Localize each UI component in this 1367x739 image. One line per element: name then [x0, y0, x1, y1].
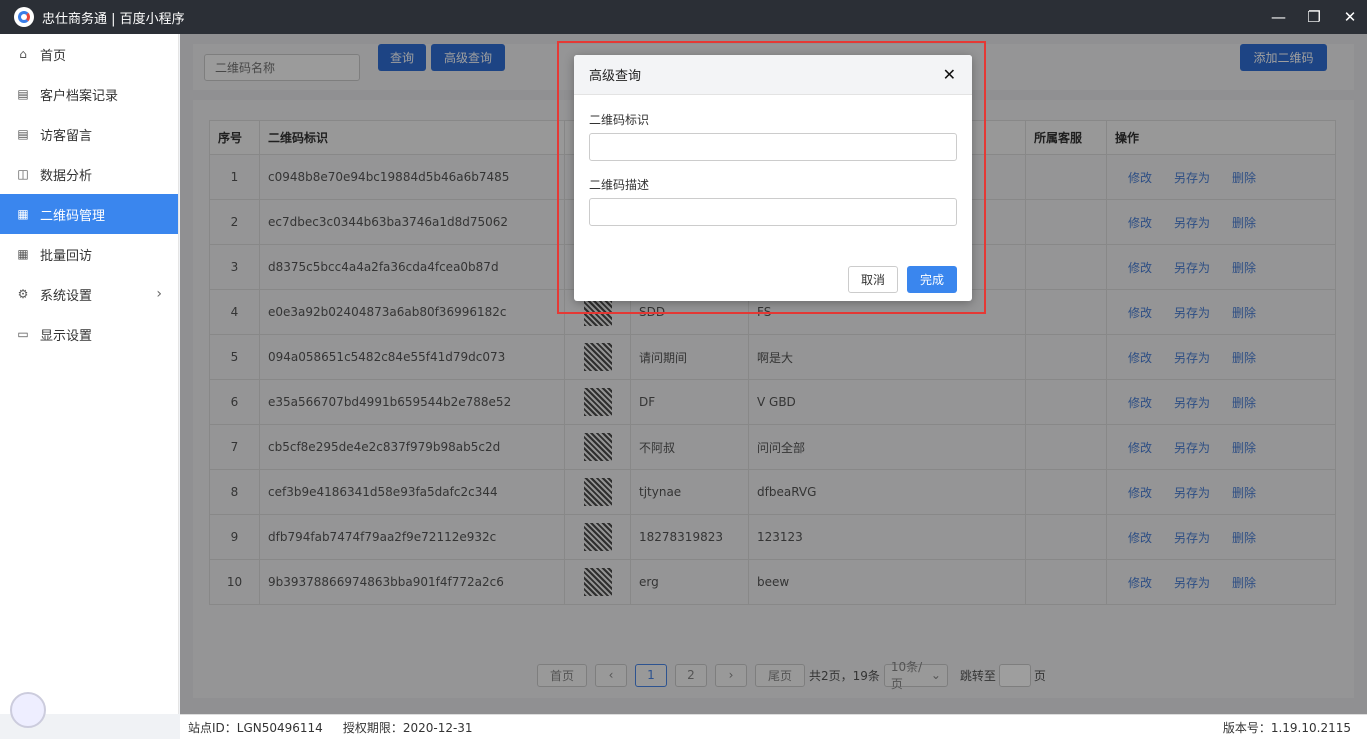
chevron-right-icon: ›: [156, 286, 162, 302]
qrcode-icon: ▦: [17, 207, 29, 221]
sidebar-item-0[interactable]: ⌂ 首页: [0, 34, 178, 74]
sidebar-item-6[interactable]: ⚙ 系统设置 ›: [0, 274, 178, 314]
id-card-icon: ▤: [17, 87, 29, 101]
sidebar-item-label: 访客留言: [40, 128, 93, 144]
minimize-icon[interactable]: —: [1271, 8, 1286, 26]
sidebar-item-label: 数据分析: [40, 168, 93, 184]
status-bar: 站点ID：LGN50496114 授权期限：2020-12-31 版本号：1.1…: [180, 714, 1367, 739]
advanced-query-dialog: 高级查询 ✕ 二维码标识 二维码描述 取消 完成: [574, 55, 972, 301]
site-id: 站点ID：LGN50496114: [188, 720, 323, 735]
message-icon: ▤: [17, 127, 29, 141]
version-number: 版本号：1.19.10.2115: [1222, 720, 1351, 735]
sidebar-item-7[interactable]: ▭ 显示设置: [0, 314, 178, 354]
confirm-button[interactable]: 完成: [907, 266, 957, 293]
window-title: 忠仕商务通 | 百度小程序: [42, 11, 185, 27]
cancel-button[interactable]: 取消: [848, 266, 898, 293]
sidebar-item-label: 批量回访: [40, 248, 93, 264]
qrcode-desc-label: 二维码描述: [589, 178, 650, 192]
sidebar-item-label: 首页: [40, 48, 67, 64]
avatar[interactable]: [10, 692, 46, 728]
sidebar-item-label: 显示设置: [40, 328, 93, 344]
sidebar-item-label: 二维码管理: [40, 208, 106, 224]
sidebar-item-2[interactable]: ▤ 访客留言: [0, 114, 178, 154]
sidebar-item-1[interactable]: ▤ 客户档案记录: [0, 74, 178, 114]
gear-icon: ⚙: [17, 287, 29, 301]
license-expiry: 授权期限：2020-12-31: [342, 720, 473, 735]
grid-icon: ▦: [17, 247, 29, 261]
dialog-title: 高级查询: [589, 69, 642, 84]
qrcode-desc-input[interactable]: [589, 198, 957, 226]
sidebar-item-label: 客户档案记录: [40, 88, 119, 104]
dialog-close-icon[interactable]: ✕: [943, 65, 956, 84]
sidebar-item-label: 系统设置: [40, 288, 93, 304]
sidebar-item-4[interactable]: ▦ 二维码管理: [0, 194, 178, 234]
monitor-icon: ▭: [17, 327, 29, 341]
sidebar: ⌂ 首页 ▤ 客户档案记录 ▤ 访客留言 ◫ 数据分析 ▦ 二维码管理 ▦ 批量回访 ⚙ 系统设置 › ▭ 显示…: [0, 34, 179, 728]
chart-icon: ◫: [17, 167, 29, 181]
qrcode-id-input[interactable]: [589, 133, 957, 161]
sidebar-item-3[interactable]: ◫ 数据分析: [0, 154, 178, 194]
app-logo-icon: [14, 7, 34, 27]
home-icon: ⌂: [19, 47, 27, 61]
sidebar-item-5[interactable]: ▦ 批量回访: [0, 234, 178, 274]
restore-icon[interactable]: ❐: [1307, 8, 1321, 26]
window-controls: — ❐ ✕: [1271, 0, 1357, 34]
title-bar: 忠仕商务通 | 百度小程序 — ❐ ✕: [0, 0, 1367, 34]
qrcode-id-label: 二维码标识: [589, 113, 650, 127]
close-icon[interactable]: ✕: [1343, 8, 1357, 26]
dialog-header: 高级查询 ✕: [574, 55, 972, 95]
